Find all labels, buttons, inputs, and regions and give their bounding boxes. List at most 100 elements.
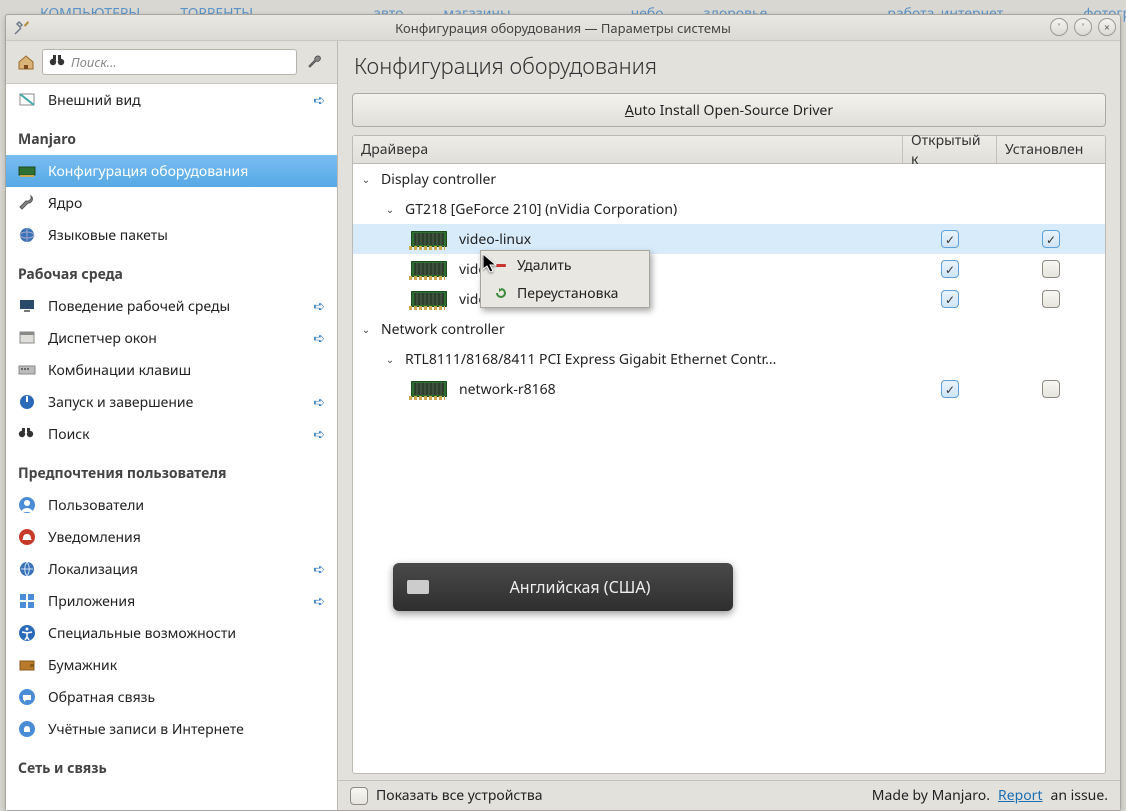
tree-group-row[interactable]: ⌄RTL8111/8168/8411 PCI Express Gigabit E… [353,344,1105,374]
sidebar-item[interactable]: Уведомления [6,521,337,553]
open-checkbox[interactable] [941,230,959,248]
sidebar-item[interactable]: Диспетчер окон➪ [6,322,337,354]
sidebar-item-label: Учётные записи в Интернете [48,720,327,739]
installed-checkbox[interactable] [1042,290,1060,308]
sidebar-item-label: Комбинации клавиш [48,361,327,380]
context-menu-item[interactable]: Удалить [481,251,649,279]
open-checkbox[interactable] [941,260,959,278]
installed-checkbox[interactable] [1042,230,1060,248]
footer: Показать все устройства Made by Manjaro.… [338,780,1120,810]
sidebar-item[interactable]: Учётные записи в Интернете [6,713,337,745]
window-icon [16,327,38,349]
row-label: Network controller [381,320,505,339]
caret-down-icon[interactable]: ⌄ [385,204,395,214]
installed-checkbox[interactable] [1042,380,1060,398]
sidebar-group-title: Сеть и связь [6,745,337,784]
globe-icon [16,224,38,246]
auto-install-button[interactable]: Auto Install Open-Source Driver [352,93,1106,127]
keyboard-layout-osd: Английская (США) [393,563,733,611]
page-title: Конфигурация оборудования [354,51,1104,81]
sidebar-item-label: Бумажник [48,656,327,675]
sidebar-group-title: Предпочтения пользователя [6,450,337,489]
search-input[interactable] [71,53,290,71]
sidebar-item[interactable]: Поиск➪ [6,418,337,450]
sidebar-item-label: Поведение рабочей среды [48,297,303,316]
row-label: GT218 [GeForce 210] (nVidia Corporation) [405,200,677,219]
sidebar-item-label: Запуск и завершение [48,393,303,412]
caret-down-icon[interactable]: ⌄ [361,174,371,184]
keys-icon [16,359,38,381]
arrow-right-icon: ➪ [313,592,325,611]
driver-row[interactable]: video-vesa [353,284,1105,314]
tree-group-row[interactable]: ⌄Display controller [353,164,1105,194]
col-driver[interactable]: Драйвера [353,136,903,163]
driver-row[interactable]: video [353,254,1105,284]
sidebar-item[interactable]: Поведение рабочей среды ➪ [6,290,337,322]
sidebar-item-label: Специальные возможности [48,624,327,643]
maximize-button[interactable]: ˄ [1074,18,1092,36]
binoculars-icon [49,53,65,72]
appearance-icon [16,89,38,111]
page-header: Конфигурация оборудования [338,41,1120,91]
wrench-screwdriver-icon [12,17,32,42]
context-menu: Удалить Переустановка [480,250,650,308]
sidebar-item[interactable]: Специальные возможности [6,617,337,649]
driver-row[interactable]: video-linux [353,224,1105,254]
context-menu-item[interactable]: Переустановка [481,279,649,307]
sidebar-item[interactable]: Пользователи [6,489,337,521]
tree-group-row[interactable]: ⌄ Network controller [353,314,1105,344]
configure-button[interactable] [303,50,327,74]
sidebar-list[interactable]: Внешний вид➪ManjaroКонфигурация оборудов… [6,84,337,810]
sidebar-item[interactable]: Бумажник [6,649,337,681]
col-installed[interactable]: Установлен [997,136,1105,163]
sidebar-item-label: Локализация [48,560,303,579]
sidebar-item-label: Конфигурация оборудования [48,162,327,181]
table-body[interactable]: ⌄Display controller⌄GT218 [GeForce 210] … [353,164,1105,773]
row-label: network-r8168 [459,380,556,399]
sidebar-item-label: Пользователи [48,496,327,515]
arrow-right-icon: ➪ [313,297,325,316]
cursor-icon [483,254,499,274]
report-link[interactable]: Report [998,786,1043,805]
sidebar-item[interactable]: Ядро [6,187,337,219]
titlebar[interactable]: Конфигурация оборудования — Параметры си… [6,15,1120,41]
user-icon [16,494,38,516]
keyboard-icon [407,580,429,594]
sidebar-item[interactable]: Конфигурация оборудования [6,155,337,187]
minimize-button[interactable]: ˅ [1050,18,1068,36]
caret-down-icon[interactable]: ⌄ [385,354,395,364]
installed-checkbox[interactable] [1042,260,1060,278]
sidebar-item-label: Поиск [48,425,303,444]
show-all-label: Показать все устройства [376,786,543,805]
caret-down-icon[interactable]: ⌄ [361,324,371,334]
show-all-checkbox[interactable] [350,787,368,805]
menu-label: Удалить [517,256,572,275]
home-icon[interactable] [16,52,36,72]
sidebar-item[interactable]: Локализация➪ [6,553,337,585]
apps-icon [16,590,38,612]
credit-post: an issue. [1051,786,1108,805]
driver-row[interactable]: network-r8168 [353,374,1105,404]
desktop-icon [16,295,38,317]
driver-table: Драйвера Открытый к Установлен ⌄Display … [352,135,1106,774]
col-open[interactable]: Открытый к [903,136,997,163]
access-icon [16,622,38,644]
sidebar-item-label: Ядро [48,194,327,213]
sidebar-item[interactable]: Языковые пакеты [6,219,337,251]
window-title: Конфигурация оборудования — Параметры си… [395,19,731,37]
arrow-right-icon: ➪ [313,393,325,412]
sidebar-item[interactable]: Обратная связь [6,681,337,713]
arrow-right-icon: ➪ [313,329,325,348]
sidebar-item[interactable]: Комбинации клавиш [6,354,337,386]
sidebar-item[interactable]: Запуск и завершение ➪ [6,386,337,418]
card-icon [411,381,447,397]
sidebar-item[interactable]: Внешний вид➪ [6,84,337,116]
sidebar-item[interactable]: Приложения➪ [6,585,337,617]
open-checkbox[interactable] [941,380,959,398]
close-button[interactable]: × [1098,18,1116,36]
locale-icon [16,558,38,580]
open-checkbox[interactable] [941,290,959,308]
tree-group-row[interactable]: ⌄ GT218 [GeForce 210] (nVidia Corporation… [353,194,1105,224]
search-field[interactable] [42,49,297,75]
accounts-icon [16,718,38,740]
